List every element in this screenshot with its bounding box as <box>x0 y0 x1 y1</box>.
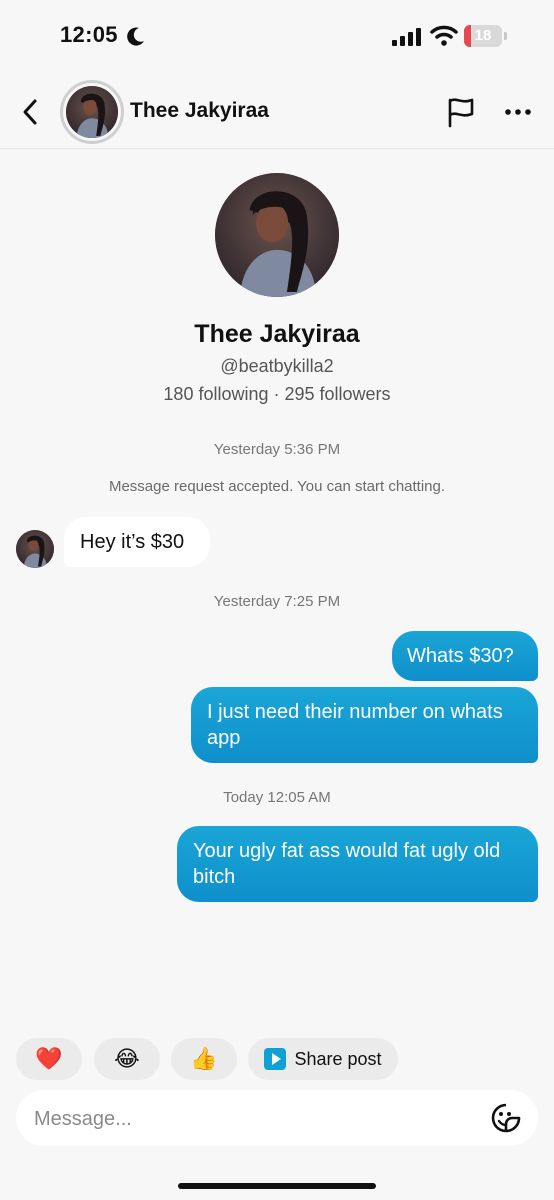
laugh-reaction-button[interactable]: 😂 <box>94 1038 160 1080</box>
heart-icon: ❤️ <box>35 1046 63 1071</box>
moon-icon <box>127 27 144 46</box>
profile-name: Thee Jakyiraa <box>194 320 360 348</box>
message-composer <box>16 1090 538 1148</box>
sender-avatar[interactable] <box>16 530 54 568</box>
timestamp: Yesterday 5:36 PM <box>213 441 341 458</box>
play-icon <box>264 1048 287 1070</box>
heart-reaction-button[interactable]: ❤️ <box>16 1038 82 1080</box>
header-divider <box>0 148 554 149</box>
outgoing-message[interactable]: Whats $30? <box>392 631 538 681</box>
sticker-icon[interactable] <box>490 1102 522 1134</box>
message-input[interactable] <box>32 1090 476 1148</box>
timestamp: Yesterday 7:25 PM <box>213 593 341 610</box>
home-indicator[interactable] <box>178 1183 376 1189</box>
timestamp: Today 12:05 AM <box>223 789 331 806</box>
thumbs-up-icon: 👍 <box>190 1046 218 1071</box>
outgoing-message[interactable]: I just need their number on whats app <box>191 687 538 763</box>
more-icon[interactable] <box>504 100 532 124</box>
header-contact-name[interactable]: Thee Jakyiraa <box>130 99 269 123</box>
incoming-message[interactable]: Hey it’s $30 <box>64 517 210 567</box>
profile-avatar[interactable] <box>215 173 339 297</box>
cellular-signal-icon <box>392 28 421 46</box>
thumbs-up-reaction-button[interactable]: 👍 <box>171 1038 237 1080</box>
battery-percentage: 18 <box>474 27 492 44</box>
flag-icon[interactable] <box>446 96 476 128</box>
profile-follow-stats: 180 following · 295 followers <box>163 384 391 404</box>
header-avatar[interactable] <box>66 86 118 138</box>
back-chevron-icon[interactable] <box>20 98 40 126</box>
system-message: Message request accepted. You can start … <box>108 478 446 495</box>
laughing-emoji-icon: 😂 <box>114 1046 140 1071</box>
profile-handle: @beatbykilla2 <box>220 356 334 376</box>
share-post-label: Share post <box>294 1048 382 1069</box>
outgoing-message[interactable]: Your ugly fat ass would fat ugly old bit… <box>177 826 538 902</box>
battery-icon: 18 <box>464 25 508 47</box>
share-post-button[interactable]: Share post <box>248 1038 398 1080</box>
wifi-icon <box>430 25 458 46</box>
status-time: 12:05 <box>60 22 118 47</box>
